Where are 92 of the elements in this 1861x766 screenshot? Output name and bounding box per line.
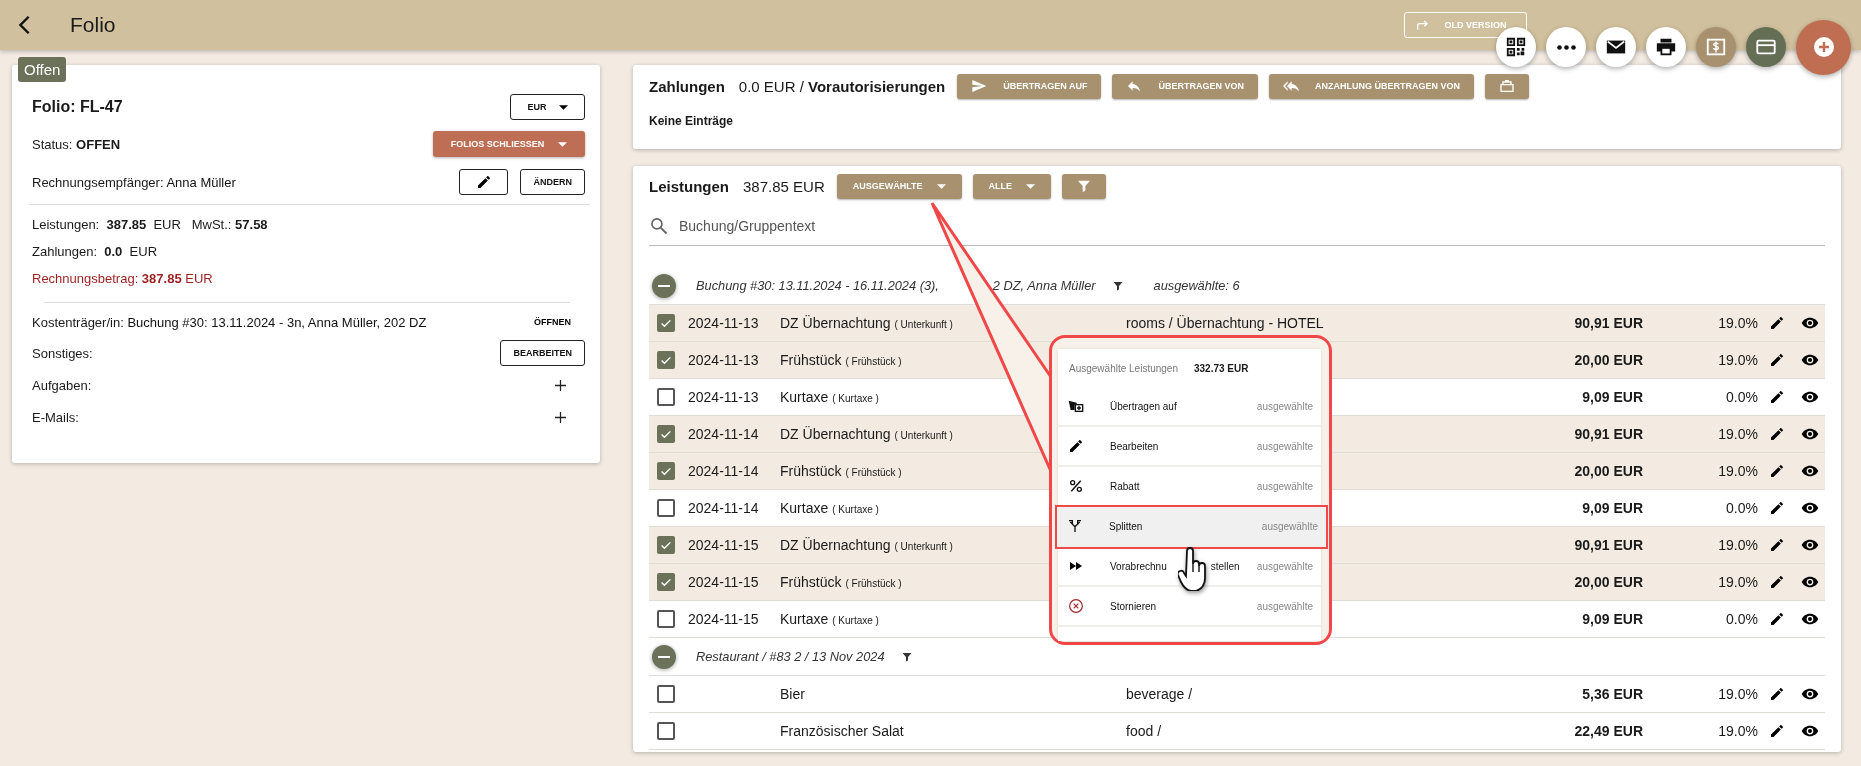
vat-cell: 19.0% (1718, 426, 1758, 442)
amount-cell: 90,91 EUR (1574, 315, 1643, 331)
selected-count: ausgewählte: 6 (1153, 278, 1240, 293)
amount-cell: 22,49 EUR (1574, 723, 1643, 739)
scope-label: ausgewählte (1261, 520, 1318, 532)
date-cell: 2024-11-13 (688, 352, 759, 368)
scope-label: ausgewählte (1256, 480, 1313, 492)
vat-cell: 19.0% (1718, 463, 1758, 479)
page-title: Folio (70, 13, 116, 37)
vat-cell: 19.0% (1718, 537, 1758, 553)
menu-title: Ausgewählte Leistungen (1069, 362, 1178, 374)
status-badge: Offen (18, 57, 67, 82)
date-cell: 2024-11-13 (688, 389, 759, 405)
group-title: Buchung #30: 13.11.2024 - 16.11.2024 (3), (696, 278, 939, 293)
amount-cell: 90,91 EUR (1574, 426, 1643, 442)
date-cell: 2024-11-14 (688, 463, 759, 479)
category-label: ( Frühstück ) (845, 356, 902, 367)
amount-cell: 9,09 EUR (1582, 389, 1643, 405)
service-name: DZ Übernachtung (780, 537, 891, 553)
amount-cell: 9,09 EUR (1582, 611, 1643, 627)
account-cell: beverage / (1126, 686, 1193, 702)
scope-label: ausgewählte (1256, 440, 1313, 452)
group-title: 2 DZ, Anna Müller (992, 278, 1096, 293)
services-total: 387.85 EUR (743, 177, 825, 195)
cost-bearer-label: Kostenträger/in: (32, 314, 124, 330)
service-name: Frühstück (780, 352, 842, 368)
service-name: DZ Übernachtung (780, 315, 891, 331)
vat-cell: 0.0% (1726, 389, 1758, 405)
date-cell: 2024-11-14 (688, 426, 759, 442)
date-cell: 2024-11-14 (688, 500, 759, 516)
amount-cell: 90,91 EUR (1574, 537, 1643, 553)
vat-cell: 19.0% (1718, 315, 1758, 331)
category-label: ( Kurtaxe ) (832, 393, 879, 404)
payments-summary: Zahlungen: 0.0 EUR (32, 243, 159, 261)
emails-label: E-Mails: (32, 409, 79, 425)
service-name: Frühstück (780, 574, 842, 590)
category-label: ( Frühstück ) (845, 467, 902, 478)
account-cell: food / (1126, 723, 1162, 739)
service-name: Kurtaxe (780, 500, 829, 516)
payments-summary: 0.0 EUR / Vorautorisierungen (738, 77, 946, 95)
account-cell: rooms / Übernachtung - HOTEL (1126, 315, 1324, 331)
recipient-name: Anna Müller (166, 174, 236, 190)
scope-label: ausgewählte (1256, 560, 1313, 572)
menu-total: 332.73 EUR (1194, 362, 1249, 374)
menu-item-label: Stornieren (1110, 600, 1157, 612)
category-label: ( Frühstück ) (845, 578, 902, 589)
menu-item-label: Vorabrechnu (1110, 560, 1167, 572)
cost-bearer-value: Buchung #30: 13.11.2024 - 3n, Anna Müller, 202 DZ (127, 314, 427, 330)
category-label: ( Unterkunft ) (894, 319, 953, 330)
scope-label: ausgewählte (1256, 600, 1313, 612)
date-cell: 2024-11-13 (688, 315, 759, 331)
misc-label: Sonstiges: (32, 345, 93, 361)
vat-cell: 0.0% (1726, 611, 1758, 627)
payments-title: Zahlungen (649, 77, 725, 95)
vat-cell: 19.0% (1718, 723, 1758, 739)
service-name: Kurtaxe (780, 389, 829, 405)
vat-cell: 19.0% (1718, 574, 1758, 590)
service-name: Frühstück (780, 463, 842, 479)
status-text: Status: OFFEN (32, 136, 121, 152)
service-name: DZ Übernachtung (780, 426, 891, 442)
vat-cell: 19.0% (1718, 352, 1758, 368)
date-cell: 2024-11-15 (688, 537, 759, 553)
amount-cell: 5,36 EUR (1582, 686, 1643, 702)
service-name: Kurtaxe (780, 611, 829, 627)
category-label: ( Unterkunft ) (894, 430, 953, 441)
invoice-amount: Rechnungsbetrag: 387.85 EUR (32, 270, 214, 288)
menu-item-label: Bearbeiten (1110, 440, 1159, 452)
vat-cell: 0.0% (1726, 500, 1758, 516)
menu-item-label: Übertragen auf (1110, 400, 1177, 412)
group-title: Restaurant / #83 2 / 13 Nov 2024 (696, 649, 885, 664)
category-label: ( Kurtaxe ) (832, 504, 879, 515)
amount-cell: 20,00 EUR (1574, 574, 1643, 590)
amount-cell: 20,00 EUR (1574, 352, 1643, 368)
date-cell: 2024-11-15 (688, 611, 759, 627)
menu-item-label: stellen (1210, 560, 1240, 572)
folio-title: Folio: FL-47 (32, 98, 123, 116)
scope-label: ausgewählte (1256, 400, 1313, 412)
recipient-label: Rechnungsempfänger: (32, 174, 164, 190)
menu-item-label: Rabatt (1110, 480, 1140, 492)
amount-cell: 9,09 EUR (1582, 500, 1643, 516)
vat-cell: 19.0% (1718, 686, 1758, 702)
tasks-label: Aufgaben: (32, 377, 92, 393)
amount-cell: 20,00 EUR (1574, 463, 1643, 479)
service-name: Französischer Salat (780, 723, 904, 739)
category-label: ( Unterkunft ) (894, 541, 953, 552)
menu-item-label: Splitten (1109, 520, 1143, 532)
category-label: ( Kurtaxe ) (832, 615, 879, 626)
services-title: Leistungen (649, 177, 729, 195)
services-summary: Leistungen: 387.85 EUR MwSt.: 57.58 (32, 216, 269, 234)
service-name: Bier (780, 686, 805, 702)
empty-message: Keine Einträge (649, 114, 735, 128)
date-cell: 2024-11-15 (688, 574, 759, 590)
